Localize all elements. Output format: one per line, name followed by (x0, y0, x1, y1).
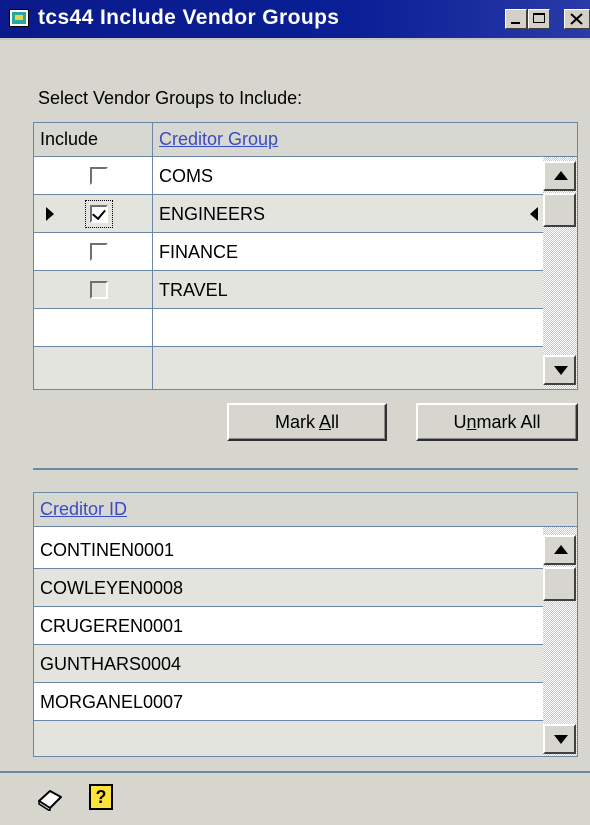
current-row-indicator-icon (46, 207, 54, 221)
creditor-id-cell: CRUGEREN0001 (40, 616, 184, 636)
scroll-up-button[interactable] (543, 161, 576, 191)
table-row[interactable] (34, 309, 543, 347)
button-label: U (453, 412, 467, 432)
close-button[interactable] (564, 9, 590, 29)
table-row[interactable] (34, 721, 543, 756)
creditor-id-column-header[interactable]: Creditor ID (34, 493, 543, 526)
column-divider (152, 309, 153, 346)
window-title: tcs44 Include Vendor Groups (38, 6, 340, 29)
vertical-scrollbar[interactable] (543, 527, 577, 756)
table-row[interactable]: ENGINEERS (34, 195, 543, 233)
arrow-down-icon (554, 366, 568, 375)
vertical-scrollbar[interactable] (543, 157, 577, 389)
creditor-id-cell (34, 721, 40, 759)
scroll-thumb[interactable] (543, 567, 576, 601)
app-icon[interactable] (9, 9, 29, 27)
grid-header: Include Creditor Group (34, 123, 577, 157)
table-row[interactable]: COMS (34, 157, 543, 195)
table-row[interactable]: FINANCE (34, 233, 543, 271)
minimize-button[interactable] (505, 9, 527, 29)
select-groups-label: Select Vendor Groups to Include: (38, 88, 303, 108)
arrow-up-icon (554, 545, 568, 554)
table-row[interactable]: TRAVEL (34, 271, 543, 309)
note-icon[interactable] (36, 787, 64, 811)
button-label: ll (331, 412, 340, 432)
maximize-button[interactable] (528, 9, 550, 29)
edit-pointer-icon (530, 207, 538, 221)
accelerator-key: n (466, 412, 477, 432)
unmark-all-button[interactable]: Unmark All (416, 403, 578, 441)
creditor-id-cell: COWLEYEN0008 (40, 578, 184, 598)
grid-header: Creditor ID (34, 493, 577, 527)
scroll-down-button[interactable] (543, 355, 576, 385)
scroll-down-button[interactable] (543, 724, 576, 754)
include-checkbox[interactable] (90, 243, 108, 261)
divider (33, 468, 578, 470)
button-label: Mark (274, 412, 319, 432)
creditor-group-cell: TRAVEL (159, 280, 228, 300)
close-icon (570, 13, 583, 25)
vendor-groups-grid[interactable]: Include Creditor Group COMS ENGINEERS FI… (33, 122, 578, 390)
scroll-up-button[interactable] (543, 535, 576, 565)
footer-divider (0, 771, 590, 773)
table-row[interactable]: COWLEYEN0008 (34, 569, 543, 607)
scroll-thumb[interactable] (543, 193, 576, 227)
table-row[interactable]: MORGANEL0007 (34, 683, 543, 721)
help-icon[interactable]: ? (89, 784, 113, 810)
table-row[interactable]: CONTINEN0001 (34, 531, 543, 569)
arrow-up-icon (554, 171, 568, 180)
include-column-header[interactable]: Include (34, 123, 152, 156)
button-label: mark All (476, 412, 541, 432)
include-checkbox[interactable] (90, 205, 108, 223)
creditor-group-column-header[interactable]: Creditor Group (153, 123, 543, 156)
include-checkbox[interactable] (90, 167, 108, 185)
creditor-group-cell: FINANCE (159, 242, 239, 262)
creditor-group-cell: COMS (159, 166, 213, 186)
column-divider (152, 347, 153, 389)
accelerator-key: A (319, 412, 332, 432)
title-bar[interactable]: tcs44 Include Vendor Groups (0, 0, 590, 40)
creditor-id-cell: MORGANEL0007 (40, 692, 184, 712)
table-row[interactable]: GUNTHARS0004 (34, 645, 543, 683)
table-row[interactable]: CRUGEREN0001 (34, 607, 543, 645)
include-checkbox[interactable] (90, 281, 108, 299)
creditor-id-cell: GUNTHARS0004 (40, 654, 182, 674)
table-row[interactable] (34, 347, 543, 389)
creditor-id-grid[interactable]: Creditor ID CONTINEN0001 COWLEYEN0008 CR… (33, 492, 578, 757)
creditor-group-cell: ENGINEERS (159, 204, 266, 224)
creditor-id-cell: CONTINEN0001 (40, 540, 175, 560)
mark-all-button[interactable]: Mark All (227, 403, 387, 441)
arrow-down-icon (554, 735, 568, 744)
